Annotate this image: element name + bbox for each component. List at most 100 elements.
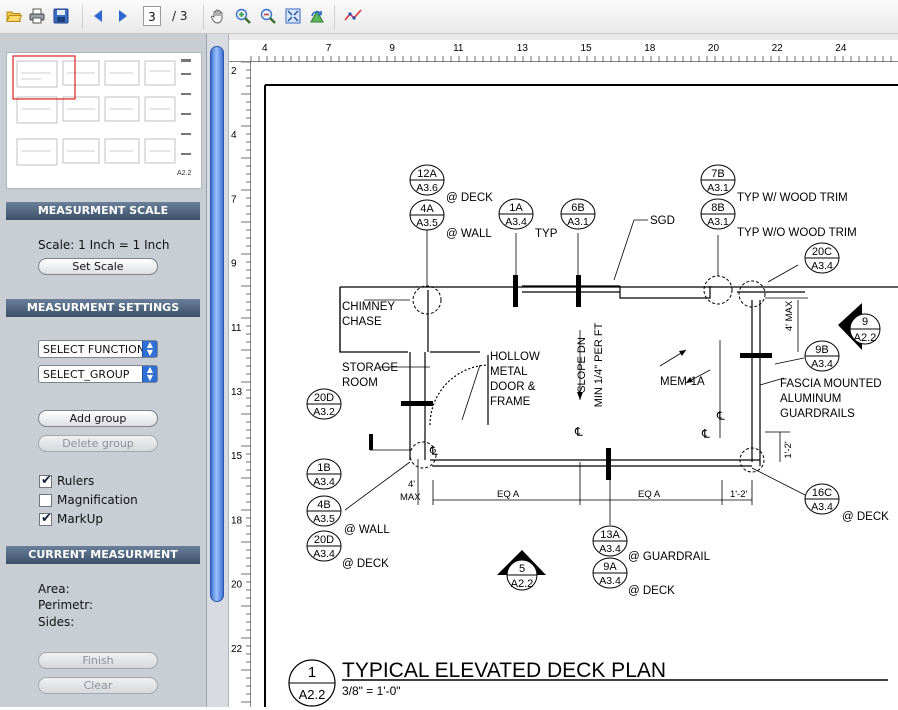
sides-label: Sides: (38, 615, 75, 629)
dim-one-two-horizontal: 1'-2' (730, 489, 748, 500)
fit-page-icon[interactable] (284, 7, 302, 25)
ruler-label: 7 (326, 43, 332, 54)
detail-tag-number: 12A (417, 168, 437, 180)
detail-tag: 8B A3.1 (700, 198, 736, 230)
detail-tag-sheet: A3.4 (313, 476, 335, 488)
dim-four-max-vertical: 4' MAX (784, 300, 795, 331)
zoom-out-icon[interactable] (259, 7, 277, 25)
folder-open-icon[interactable] (5, 7, 23, 25)
left-panel: A2.2 MEASURMENT SCALE Scale: 1 Inch = 1 … (0, 34, 207, 707)
ruler-label: 24 (835, 43, 847, 54)
area-label: Area: (38, 582, 70, 596)
rotate-icon[interactable] (308, 7, 326, 25)
markup-checkbox[interactable]: ✔ (39, 511, 52, 526)
svg-text:A2.2: A2.2 (854, 332, 877, 344)
measure-icon[interactable] (344, 7, 362, 25)
delete-group-button[interactable]: Delete group (38, 435, 158, 452)
clear-button[interactable]: Clear (38, 677, 158, 694)
zoom-in-icon[interactable] (234, 7, 252, 25)
ruler-label: 13 (517, 43, 529, 54)
ruler-label: 15 (581, 43, 593, 54)
magnification-label: Magnification (57, 493, 138, 507)
dim-max: MAX (400, 492, 421, 503)
centerline-mark: ℄ (574, 425, 583, 439)
note-storage: STORAGE (342, 362, 398, 374)
note-at-deck-2: @ DECK (342, 558, 389, 570)
detail-tag: 4A A3.5 (409, 199, 445, 231)
note-guardrails: GUARDRAILS (780, 408, 855, 420)
pan-hand-icon[interactable] (209, 7, 227, 25)
ruler-label: 2 (231, 66, 237, 77)
note-door: DOOR & (490, 381, 536, 393)
detail-tag-number: 4B (317, 499, 330, 511)
detail-tag-number: 9B (815, 344, 828, 356)
next-page-icon[interactable] (114, 7, 132, 25)
note-chimney: CHIMNEY (342, 301, 395, 313)
ruler-label: 20 (708, 43, 720, 54)
page-number-input[interactable]: 3 (143, 6, 161, 26)
ruler-label: 11 (231, 323, 242, 334)
ruler-label: 18 (644, 43, 656, 54)
note-at-wall: @ WALL (446, 228, 492, 240)
dim-eq-a-1: EQ A (497, 489, 520, 500)
title-number: 1 (308, 664, 316, 681)
set-scale-button[interactable]: Set Scale (38, 258, 158, 275)
select-arrows-icon: ▲ ▼ (142, 366, 157, 382)
detail-tag-sheet: A3.4 (313, 548, 335, 560)
finish-button[interactable]: Finish (38, 652, 158, 669)
detail-tag: 9A A3.4 (592, 557, 628, 589)
drawing-canvas[interactable]: 12A A3.6 4A A3.5 1A A3.4 6B A3.1 7B A3.1 8B A3.1 20C… (251, 62, 898, 707)
scrollbar-thumb[interactable] (210, 46, 224, 602)
section-marker-9: 9 A2.2 (838, 303, 881, 350)
detail-tag-sheet: A3.6 (416, 182, 438, 194)
detail-tag-number: 1A (509, 202, 523, 214)
rulers-checkbox[interactable]: ✔ (39, 473, 52, 488)
detail-tag-sheet: A3.4 (811, 260, 833, 272)
detail-tag-sheet: A3.1 (707, 216, 729, 228)
detail-tag-sheet: A3.1 (567, 216, 589, 228)
ruler-label: 22 (231, 644, 243, 655)
dim-one-two-vertical: 1'-2' (783, 441, 794, 459)
note-fascia: FASCIA MOUNTED (780, 378, 882, 390)
perimeter-label: Perimetr: (38, 598, 94, 612)
detail-tag-number: 6B (571, 202, 584, 214)
ruler-label: 4 (262, 43, 268, 54)
note-typ-without-wood-trim: TYP W/O WOOD TRIM (737, 227, 857, 239)
detail-tag-sheet: A3.2 (313, 406, 335, 418)
group-select-value: SELECT_GROUP (43, 368, 130, 381)
detail-tag: 16C A3.4 (804, 483, 840, 515)
toolbar: 3 / 3 (0, 0, 898, 34)
detail-tag-sheet: A3.4 (811, 501, 833, 513)
note-sgd: SGD (650, 215, 675, 227)
current-measurement-header: CURRENT MEASURMENT (6, 546, 200, 564)
save-icon[interactable] (52, 7, 70, 25)
rulers-label: Rulers (57, 474, 95, 488)
svg-text:5: 5 (519, 563, 525, 575)
detail-tag-sheet: A3.4 (505, 216, 527, 228)
left-ruler: 2 4 7 9 11 13 15 18 20 22 (229, 61, 251, 707)
detail-tag-sheet: A3.4 (599, 575, 621, 587)
page-thumbnail[interactable]: A2.2 (6, 52, 202, 189)
svg-text:9: 9 (862, 316, 868, 328)
select-arrows-icon: ▲ ▼ (142, 341, 157, 357)
magnification-checkbox[interactable] (39, 494, 52, 507)
drawing-title: TYPICAL ELEVATED DECK PLAN (342, 659, 666, 682)
drawing-scale: 3/8" = 1'-0" (342, 684, 401, 698)
note-membrane: MEM-1A (660, 376, 705, 388)
add-group-button[interactable]: Add group (38, 410, 158, 427)
dim-four: 4' (408, 479, 415, 490)
centerline-mark: ℄ (716, 409, 725, 423)
previous-page-icon[interactable] (89, 7, 107, 25)
print-icon[interactable] (28, 7, 46, 25)
scale-text: Scale: 1 Inch = 1 Inch (38, 238, 170, 252)
ruler-label: 9 (231, 259, 237, 270)
function-select[interactable]: SELECT FUNCTION ▲ ▼ (38, 340, 158, 358)
vertical-scrollbar[interactable] (207, 34, 229, 707)
function-select-value: SELECT FUNCTION (43, 343, 146, 356)
checkmark-icon: ✔ (41, 473, 52, 488)
note-frame: FRAME (490, 396, 531, 408)
ruler-label: 9 (389, 43, 395, 54)
group-select[interactable]: SELECT_GROUP ▲ ▼ (38, 365, 158, 383)
measurement-scale-header: MEASURMENT SCALE (6, 202, 200, 220)
checkmark-icon: ✔ (41, 511, 52, 526)
